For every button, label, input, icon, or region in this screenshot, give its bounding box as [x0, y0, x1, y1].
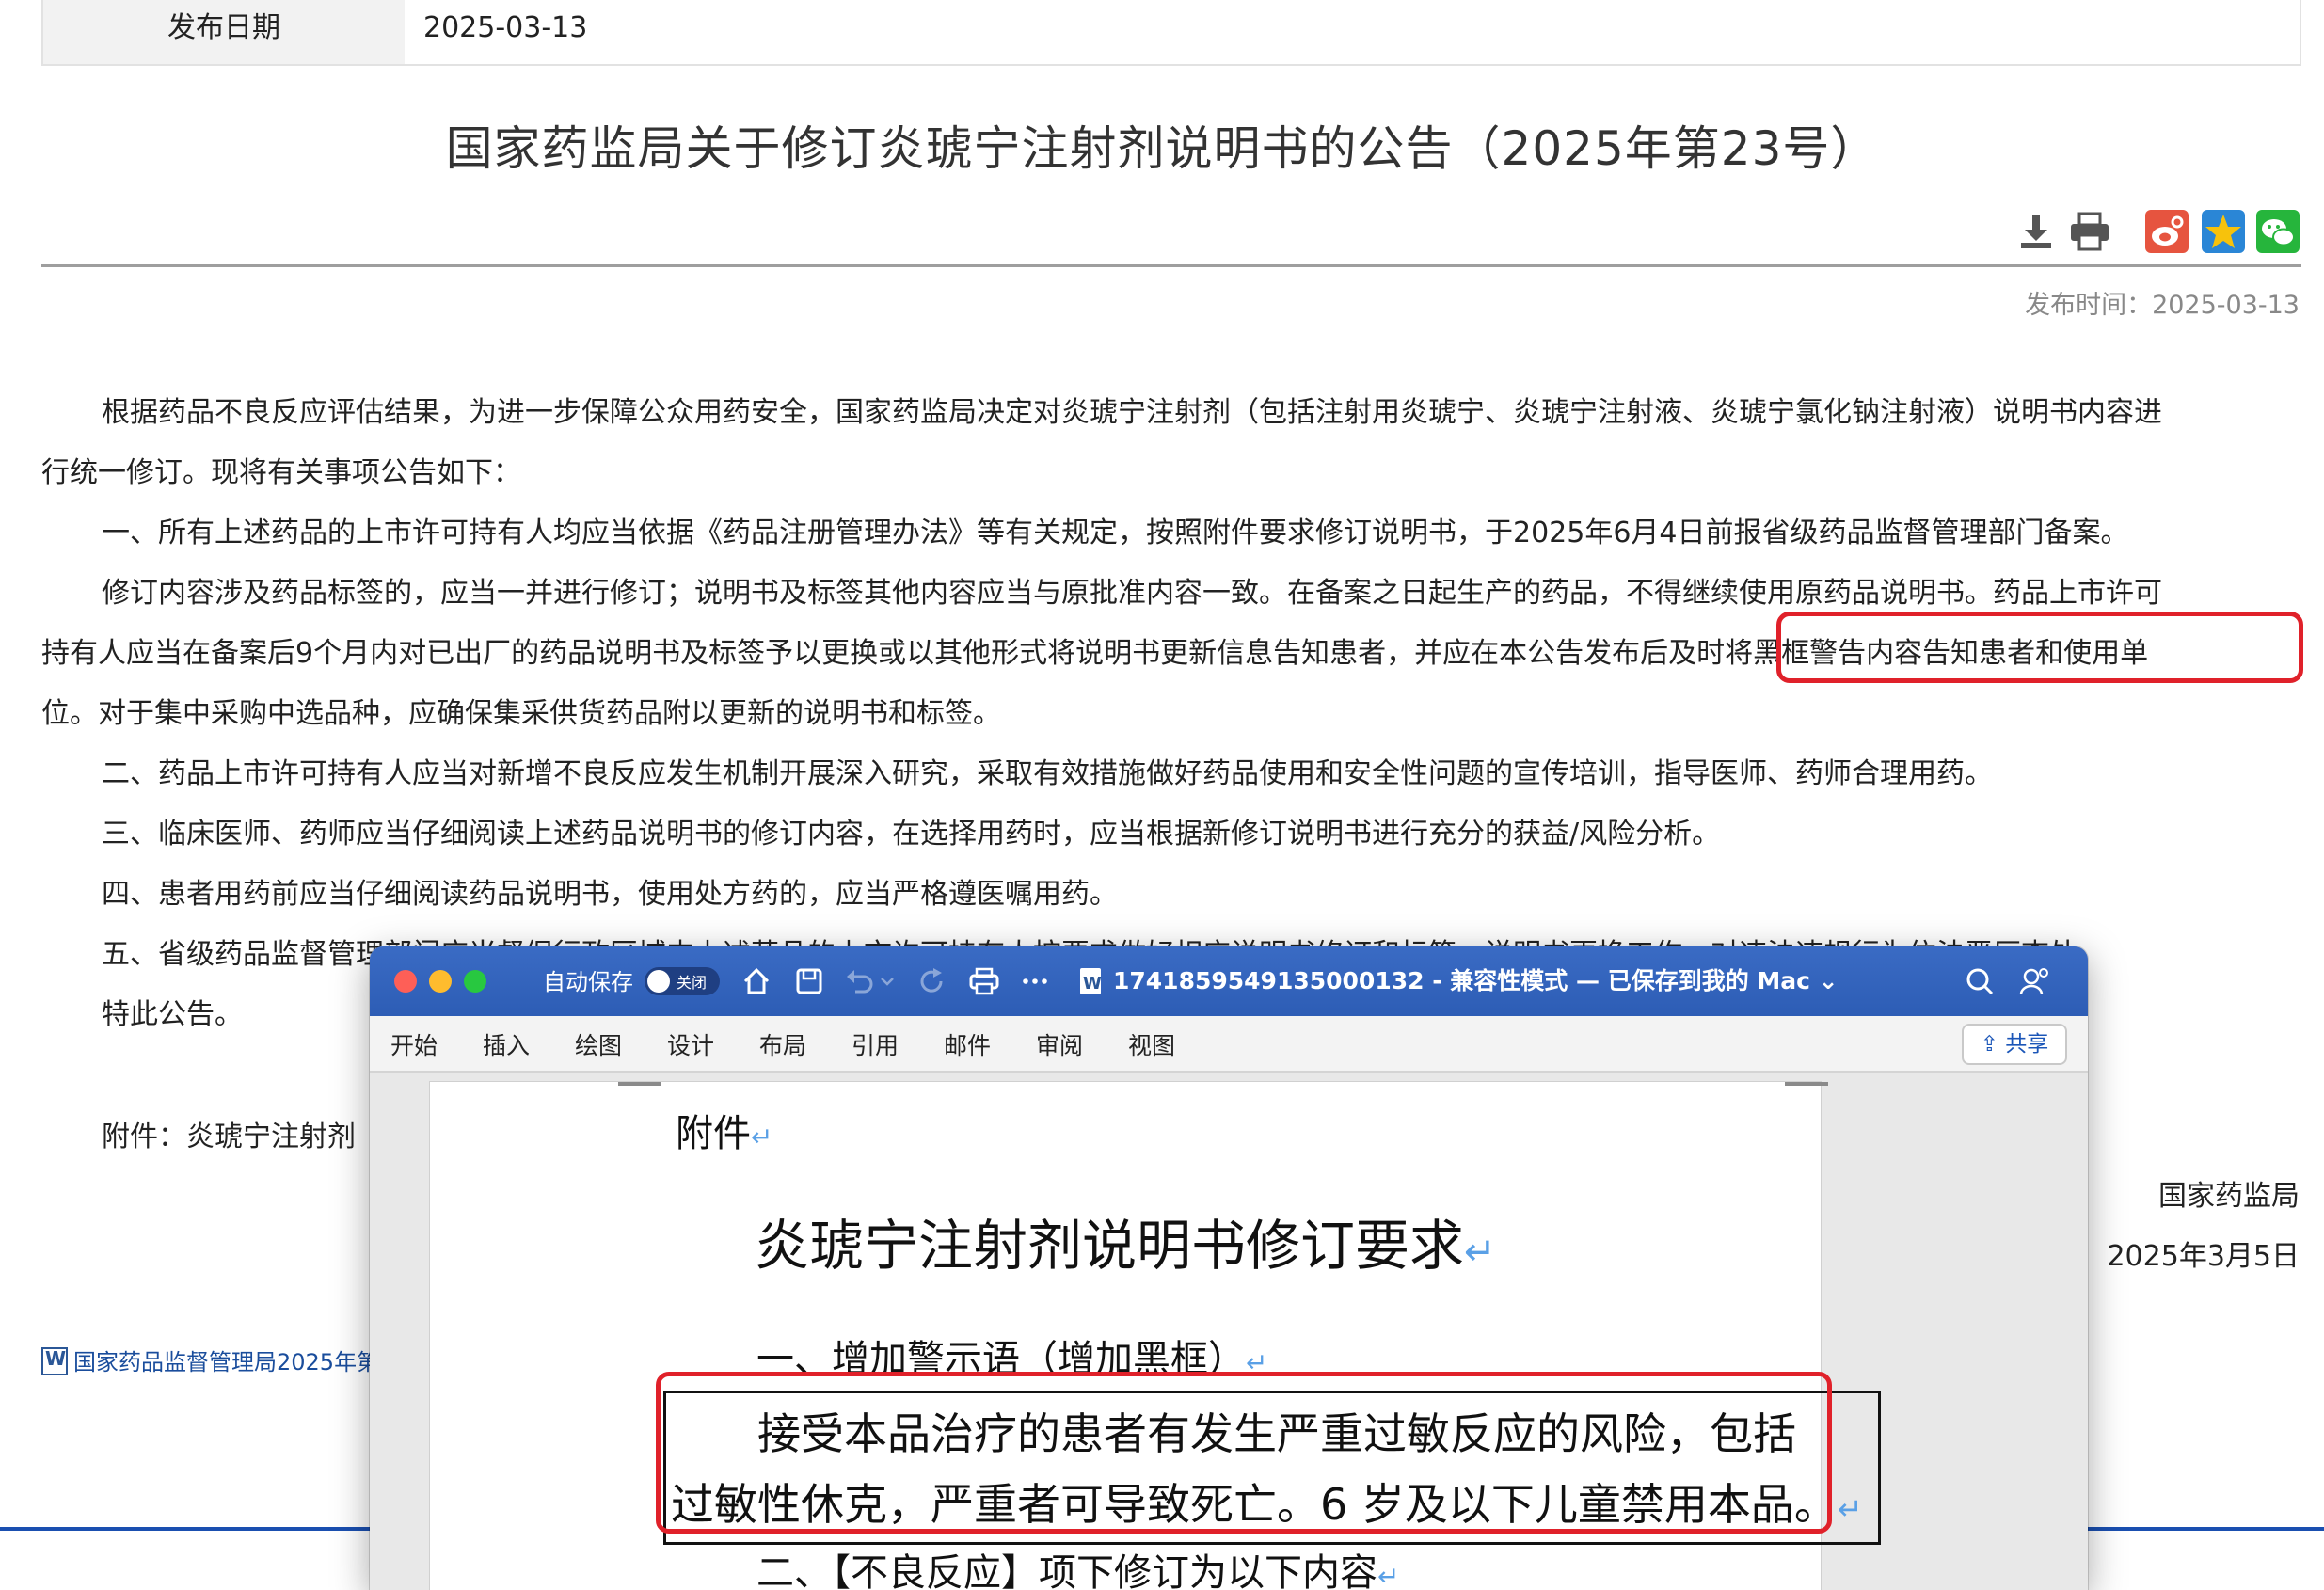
save-icon[interactable] [793, 965, 825, 997]
paragraph-mark: ↵ [1377, 1561, 1400, 1590]
paragraph-mark: ↵ [1837, 1491, 1863, 1527]
undo-dropdown-icon[interactable] [878, 965, 897, 997]
doc-section-2: 二、【不良反应】项下修订为以下内容↵ [756, 1542, 1399, 1590]
publish-date-value: 2025-03-13 [423, 11, 588, 44]
weibo-icon[interactable] [2145, 210, 2189, 253]
highlight-black-box-warning [1776, 612, 2303, 683]
home-icon[interactable] [740, 965, 772, 997]
page-title: 国家药监局关于修订炎琥宁注射剂说明书的公告（2025年第23号） [445, 121, 1879, 176]
title-divider [41, 264, 2301, 267]
paragraph-3-line-3: 位。对于集中采购中选品种，应确保集采供货药品附以更新的说明书和标签。 [41, 697, 1001, 730]
minimize-window-button[interactable] [429, 970, 452, 993]
paragraph-3-line-1: 修订内容涉及药品标签的，应当一并进行修订；说明书及标签其他内容应当与原批准内容一… [102, 577, 2162, 610]
doc-heading-text: 炎琥宁注射剂说明书修订要求 [754, 1214, 1464, 1278]
autosave-toggle[interactable]: 关闭 [645, 967, 720, 995]
paragraph-mark: ↵ [1464, 1229, 1497, 1274]
word-titlebar: 自动保存 关闭 W 1741859549135000132 - 兼容性模式 — … [370, 946, 2088, 1016]
wechat-icon[interactable] [2256, 210, 2300, 253]
tab-insert[interactable]: 插入 [483, 1027, 530, 1061]
chevron-down-icon: ⌄ [1809, 967, 1839, 994]
word-doc-icon: W [1080, 968, 1102, 994]
toggle-label: 关闭 [677, 974, 708, 992]
signing-date: 2025年3月5日 [2107, 1240, 2300, 1273]
paragraph-1-line-1: 根据药品不良反应评估结果，为进一步保障公众用药安全，国家药监局决定对炎琥宁注射剂… [102, 396, 2162, 429]
highlight-warning-box [656, 1372, 1832, 1534]
redo-icon[interactable] [915, 965, 947, 997]
paragraph-8: 特此公告。 [102, 998, 243, 1031]
close-window-button[interactable] [394, 970, 417, 993]
autosave-label: 自动保存 [543, 969, 633, 995]
signing-organization: 国家药监局 [2158, 1180, 2300, 1213]
doc-attachment-label: 附件↵ [676, 1103, 772, 1157]
doc-heading: 炎琥宁注射剂说明书修订要求↵ [430, 1201, 1821, 1280]
qzone-icon[interactable] [2202, 210, 2245, 253]
ribbon-tabs: 开始 插入 绘图 设计 布局 引用 邮件 审阅 视图 ⇪ 共享 [370, 1016, 2088, 1073]
share-button[interactable]: ⇪ 共享 [1962, 1024, 2067, 1065]
paragraph-5: 三、临床医师、药师应当仔细阅读上述药品说明书的修订内容，在选择用药时，应当根据新… [102, 818, 1721, 851]
tab-draw[interactable]: 绘图 [575, 1027, 622, 1061]
tab-home[interactable]: 开始 [390, 1027, 438, 1061]
paragraph-4: 二、药品上市许可持有人应当对新增不良反应发生机制开展深入研究，采取有效措施做好药… [102, 757, 1993, 790]
paragraph-6: 四、患者用药前应当仔细阅读药品说明书，使用处方药的，应当严格遵医嘱用药。 [102, 878, 1118, 911]
paragraph-mark: ↵ [751, 1121, 773, 1153]
document-title-text: 1741859549135000132 - 兼容性模式 — 已保存到我的 Mac [1113, 967, 1810, 994]
attachment-link-text: 国家药品监督管理局2025年第 [73, 1349, 380, 1375]
print-preview-icon[interactable] [968, 965, 1000, 997]
attachment-link[interactable]: 国家药品监督管理局2025年第 [41, 1344, 379, 1376]
tab-layout[interactable]: 布局 [759, 1027, 806, 1061]
tab-view[interactable]: 视图 [1128, 1027, 1175, 1061]
print-icon[interactable] [2068, 211, 2111, 252]
share-icon: ⇪ [1980, 1032, 2006, 1057]
word-file-icon [41, 1347, 68, 1375]
publish-date-row: 发布日期 2025-03-13 [41, 0, 2301, 66]
tab-review[interactable]: 审阅 [1036, 1027, 1083, 1061]
account-icon[interactable] [2018, 965, 2050, 997]
tab-mailings[interactable]: 邮件 [944, 1027, 991, 1061]
download-icon[interactable] [2015, 211, 2057, 252]
svg-text:W: W [1083, 974, 1102, 994]
paragraph-2: 一、所有上述药品的上市许可持有人均应当依据《药品注册管理办法》等有关规定，按照附… [102, 517, 2129, 549]
tab-references[interactable]: 引用 [852, 1027, 899, 1061]
attachment-line: 附件：炎琥宁注射剂 [102, 1121, 356, 1153]
margin-marker-right [1785, 1082, 1828, 1086]
margin-marker-left [618, 1082, 661, 1086]
document-title[interactable]: 1741859549135000132 - 兼容性模式 — 已保存到我的 Mac… [1113, 962, 1839, 996]
toggle-knob [647, 970, 670, 993]
doc-section-2-text: 二、【不良反应】项下修订为以下内容 [756, 1551, 1377, 1590]
more-icon[interactable] [1019, 965, 1051, 997]
search-icon[interactable] [1964, 965, 1996, 997]
zoom-window-button[interactable] [464, 970, 486, 993]
tab-design[interactable]: 设计 [667, 1027, 714, 1061]
publish-date-label: 发布日期 [43, 0, 405, 64]
paragraph-1-line-2: 行统一修订。现将有关事项公告如下： [41, 456, 521, 489]
undo-icon[interactable] [844, 965, 876, 997]
doc-attachment-text: 附件 [676, 1112, 751, 1155]
publish-time: 发布时间：2025-03-13 [2025, 291, 2300, 320]
share-label: 共享 [2005, 1032, 2049, 1057]
